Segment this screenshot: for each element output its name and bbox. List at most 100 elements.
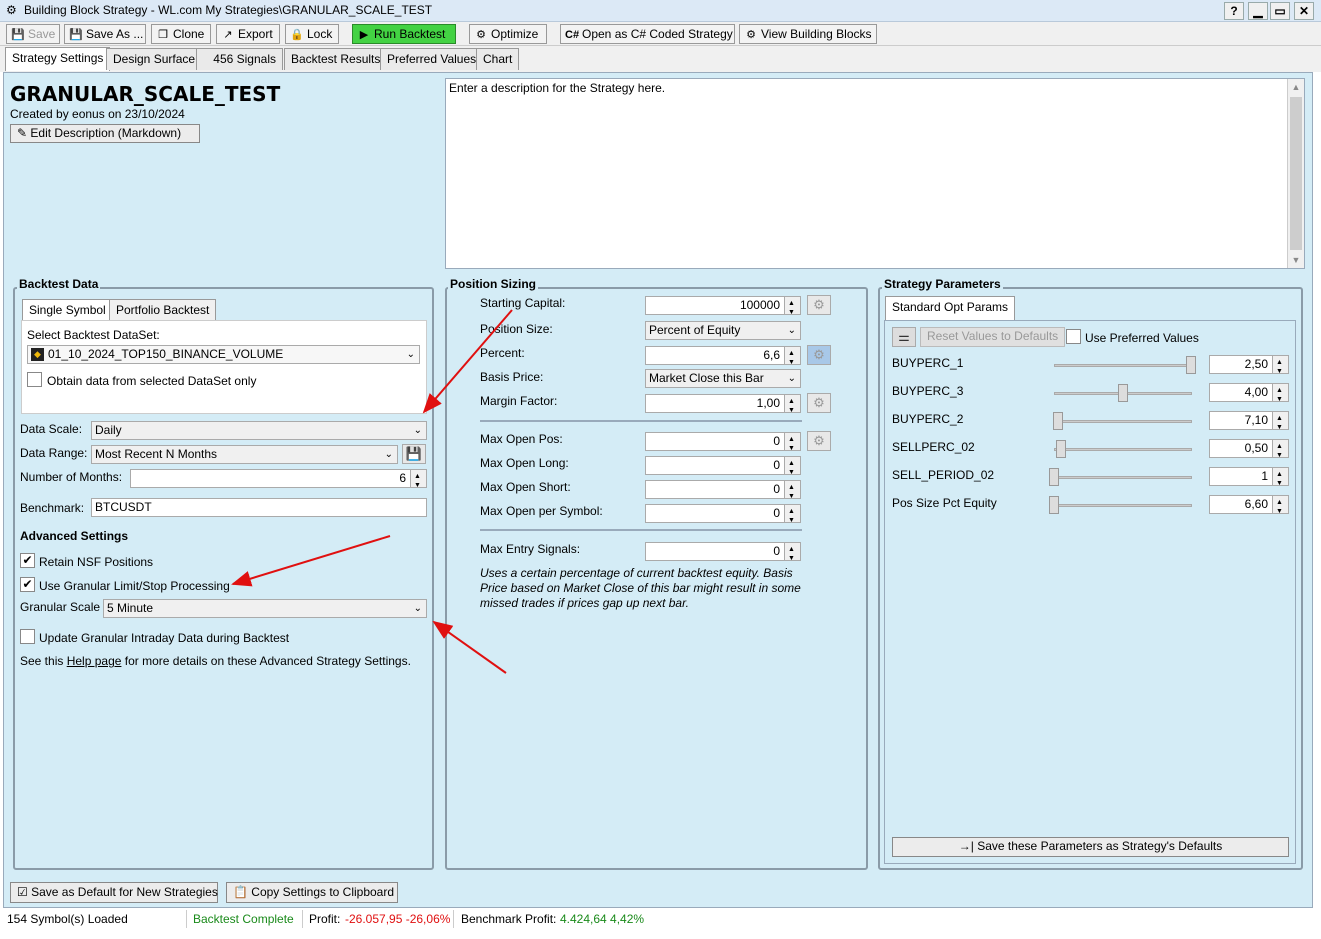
margin-stepper[interactable]: 1,00	[645, 393, 801, 419]
edit-description-button[interactable]: ✎ Edit Description (Markdown)	[10, 124, 200, 143]
param-slider[interactable]	[1054, 448, 1192, 451]
optimize-button[interactable]: ⚙ Optimize	[469, 24, 547, 44]
max-open-pos-value: 0	[773, 434, 780, 448]
stepper-arrows-icon[interactable]	[784, 503, 800, 529]
run-backtest-button[interactable]: ▶ Run Backtest	[352, 24, 456, 44]
optimize-gear-icon[interactable]: ⚙	[807, 393, 831, 413]
granular-scale-select[interactable]: 5 Minute ⌄	[103, 599, 427, 618]
lock-label: Lock	[307, 27, 333, 41]
basis-price-value: Market Close this Bar	[649, 371, 764, 385]
stepper-arrows-icon[interactable]	[784, 393, 800, 419]
param-slider-handle[interactable]	[1117, 384, 1128, 402]
stepper-arrows-icon[interactable]	[784, 541, 800, 567]
param-value-stepper[interactable]: 7,10	[1209, 410, 1289, 436]
data-range-select[interactable]: Most Recent N Months ⌄	[91, 445, 398, 464]
param-slider[interactable]	[1054, 476, 1192, 479]
stepper-arrows-icon[interactable]	[784, 345, 800, 371]
maximize-button[interactable]: ▭	[1270, 2, 1290, 20]
update-granular-checkbox[interactable]	[20, 629, 35, 644]
open-csharp-button[interactable]: C# Open as C# Coded Strategy	[560, 24, 735, 44]
stepper-arrows-icon[interactable]	[1272, 438, 1288, 464]
tab-design-surface[interactable]: Design Surface	[106, 48, 203, 70]
benchmark-input[interactable]: BTCUSDT	[91, 498, 427, 517]
clone-button[interactable]: ❐ Clone	[151, 24, 211, 44]
param-slider-handle[interactable]	[1049, 496, 1059, 514]
param-value-stepper[interactable]: 0,50	[1209, 438, 1289, 464]
basis-price-label: Basis Price:	[480, 370, 544, 384]
data-scale-select[interactable]: Daily ⌄	[91, 421, 427, 440]
save-range-icon[interactable]: 💾	[402, 444, 426, 464]
export-button[interactable]: ↗ Export	[216, 24, 280, 44]
tab-backtest-results[interactable]: Backtest Results	[284, 48, 388, 70]
starting-capital-stepper[interactable]: 100000	[645, 295, 801, 321]
optimize-gear-icon[interactable]: ⚙	[807, 295, 831, 315]
position-size-select[interactable]: Percent of Equity ⌄	[645, 321, 801, 340]
param-slider[interactable]	[1054, 420, 1192, 423]
use-preferred-checkbox[interactable]	[1066, 329, 1081, 344]
save-param-defaults-button[interactable]: →| Save these Parameters as Strategy's D…	[892, 837, 1289, 857]
num-months-stepper[interactable]: 6	[130, 468, 427, 494]
save-icon: 💾	[11, 29, 25, 41]
save-as-button[interactable]: 💾 Save As ...	[64, 24, 146, 44]
stepper-arrows-icon[interactable]	[1272, 494, 1288, 520]
copy-settings-button[interactable]: 📋 Copy Settings to Clipboard	[226, 882, 398, 903]
param-value-stepper[interactable]: 4,00	[1209, 382, 1289, 408]
tab-signals[interactable]: 456 Signals	[196, 48, 283, 70]
stepper-arrows-icon[interactable]	[784, 455, 800, 481]
stepper-arrows-icon[interactable]	[1272, 382, 1288, 408]
view-blocks-button[interactable]: ⚙ View Building Blocks	[739, 24, 877, 44]
param-value-stepper[interactable]: 1	[1209, 466, 1289, 492]
tab-chart[interactable]: Chart	[476, 48, 520, 70]
param-value-stepper[interactable]: 2,50	[1209, 354, 1289, 380]
param-slider-handle[interactable]	[1053, 412, 1064, 430]
close-button[interactable]: ✕	[1294, 2, 1314, 20]
sliders-icon[interactable]: ⚌	[892, 327, 916, 347]
description-scrollbar[interactable]: ▲ ▼	[1287, 79, 1304, 268]
use-granular-checkbox[interactable]: ✔	[20, 577, 35, 592]
param-slider-handle[interactable]	[1049, 468, 1059, 486]
dataset-select[interactable]: ◆ 01_10_2024_TOP150_BINANCE_VOLUME ⌄	[27, 345, 420, 364]
param-value-stepper[interactable]: 6,60	[1209, 494, 1289, 520]
scroll-thumb[interactable]	[1290, 97, 1302, 250]
max-entry-stepper[interactable]: 0	[645, 541, 801, 567]
stepper-arrows-icon[interactable]	[1272, 466, 1288, 492]
reset-defaults-button[interactable]: Reset Values to Defaults	[920, 327, 1066, 347]
save-button[interactable]: 💾 Save	[6, 24, 60, 44]
max-open-long-stepper[interactable]: 0	[645, 455, 801, 481]
description-textarea[interactable]: Enter a description for the Strategy her…	[445, 78, 1305, 269]
max-open-short-stepper[interactable]: 0	[645, 479, 801, 505]
tab-preferred-values[interactable]: Preferred Values	[380, 48, 484, 70]
help-button[interactable]: ?	[1224, 2, 1244, 20]
param-slider[interactable]	[1054, 364, 1192, 367]
tab-single-symbol[interactable]: Single Symbol	[22, 299, 113, 321]
stepper-arrows-icon[interactable]	[1272, 354, 1288, 380]
param-slider-handle[interactable]	[1186, 356, 1196, 374]
scroll-down-icon[interactable]: ▼	[1288, 252, 1304, 268]
stepper-arrows-icon[interactable]	[1272, 410, 1288, 436]
lock-button[interactable]: 🔒 Lock	[285, 24, 339, 44]
param-slider[interactable]	[1054, 504, 1192, 507]
optimize-gear-icon[interactable]: ⚙	[807, 431, 831, 451]
status-bar: 154 Symbol(s) Loaded Backtest Complete P…	[0, 910, 1321, 928]
description-text: Enter a description for the Strategy her…	[449, 81, 666, 95]
percent-stepper[interactable]: 6,6	[645, 345, 801, 371]
stepper-arrows-icon[interactable]	[784, 479, 800, 505]
param-slider-handle[interactable]	[1055, 440, 1066, 458]
save-default-button[interactable]: ☑ Save as Default for New Strategies	[10, 882, 218, 903]
tab-standard-opt-params[interactable]: Standard Opt Params	[885, 296, 1016, 320]
stepper-arrows-icon[interactable]	[784, 431, 800, 457]
help-page-link[interactable]: Help page	[67, 654, 122, 668]
retain-nsf-label: Retain NSF Positions	[39, 555, 154, 569]
minimize-button[interactable]: ▁	[1248, 2, 1268, 20]
max-open-symbol-stepper[interactable]: 0	[645, 503, 801, 529]
tab-strategy-settings[interactable]: Strategy Settings	[5, 47, 111, 71]
stepper-arrows-icon[interactable]	[784, 295, 800, 321]
scroll-up-icon[interactable]: ▲	[1288, 79, 1304, 95]
optimize-gear-icon[interactable]: ⚙	[807, 345, 831, 365]
basis-price-select[interactable]: Market Close this Bar ⌄	[645, 369, 801, 388]
max-open-pos-stepper[interactable]: 0	[645, 431, 801, 457]
retain-nsf-checkbox[interactable]: ✔	[20, 553, 35, 568]
tab-portfolio-backtest[interactable]: Portfolio Backtest	[109, 299, 217, 320]
obtain-only-checkbox[interactable]	[27, 372, 42, 387]
stepper-arrows-icon[interactable]	[410, 468, 426, 494]
